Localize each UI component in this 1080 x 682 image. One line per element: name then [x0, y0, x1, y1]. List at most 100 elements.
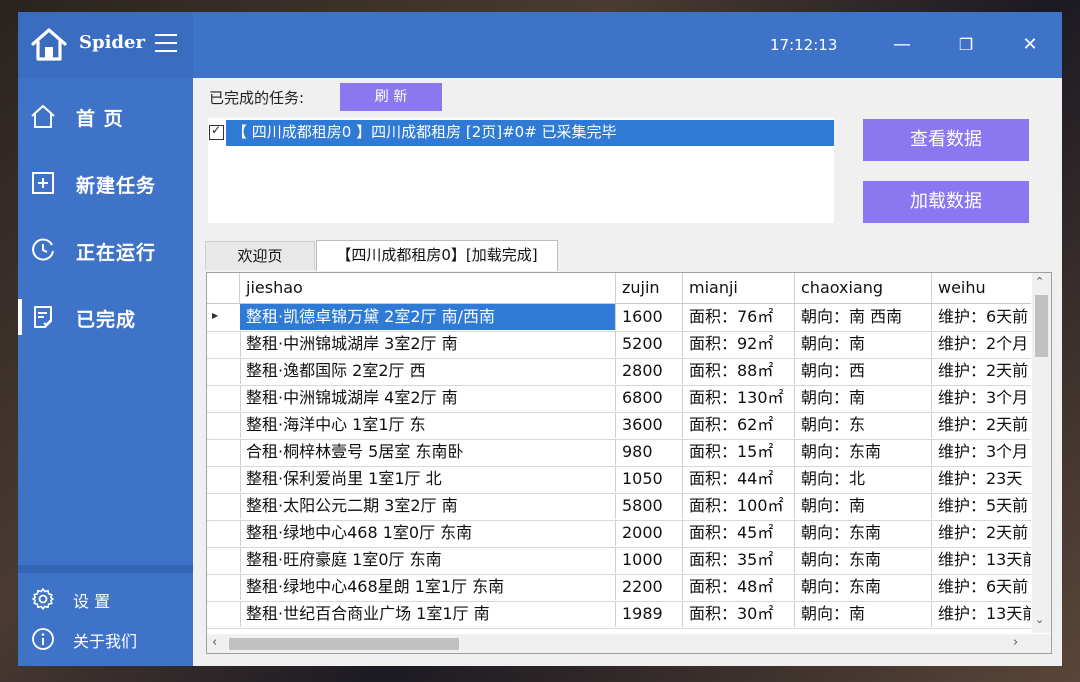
table-cell[interactable]: 5200 — [616, 331, 683, 357]
table-cell[interactable]: 朝向：南 — [795, 385, 932, 411]
table-cell[interactable]: 朝向：东南 — [795, 574, 932, 600]
view-data-button[interactable]: 查看数据 — [863, 119, 1029, 161]
row-header[interactable] — [207, 574, 241, 600]
column-header[interactable]: zujin — [616, 273, 683, 303]
table-cell[interactable]: 面积：62㎡ — [683, 412, 795, 438]
table-cell[interactable]: 整租·世纪百合商业广场 1室1厅 南 — [240, 601, 616, 627]
settings-button[interactable]: 设 置 — [18, 581, 193, 617]
table-cell[interactable]: 朝向：南 — [795, 493, 932, 519]
nav-item-new-task[interactable]: 新建任务 — [18, 153, 193, 213]
table-cell[interactable]: 整租·海洋中心 1室1厅 东 — [240, 412, 616, 438]
table-cell[interactable]: 6800 — [616, 385, 683, 411]
column-header[interactable]: weihu — [932, 273, 1031, 303]
table-cell[interactable]: 整租·保利爱尚里 1室1厅 北 — [240, 466, 616, 492]
table-row[interactable]: 整租·逸都国际 2室2厅 西 2800 面积：88㎡ 朝向：西 维护：2天前 — [207, 358, 1031, 386]
tab-welcome[interactable]: 欢迎页 — [205, 241, 315, 270]
table-cell[interactable]: 维护：23天 — [932, 466, 1031, 492]
nav-item-home[interactable]: 首 页 — [18, 86, 193, 146]
load-data-button[interactable]: 加载数据 — [863, 181, 1029, 223]
horizontal-scrollbar[interactable]: ‹ › — [207, 634, 1051, 653]
table-row[interactable]: 整租·太阳公元二期 3室2厅 南 5800 面积：100㎡ 朝向：南 维护：5天前 — [207, 493, 1031, 521]
table-cell[interactable]: 3600 — [616, 412, 683, 438]
row-header[interactable] — [207, 466, 241, 492]
table-cell[interactable]: 维护：6天前 — [932, 304, 1031, 330]
tab-dataset[interactable]: 【四川成都租房0】[加载完成] — [316, 240, 558, 271]
column-header[interactable]: chaoxiang — [795, 273, 932, 303]
table-cell[interactable]: 面积：15㎡ — [683, 439, 795, 465]
table-cell[interactable]: 整租·太阳公元二期 3室2厅 南 — [240, 493, 616, 519]
vertical-scrollbar[interactable]: ⌃ ⌄ — [1032, 273, 1051, 633]
table-cell[interactable]: 维护：13天前 — [932, 601, 1031, 627]
horizontal-scroll-thumb[interactable] — [229, 638, 459, 650]
row-header[interactable] — [207, 520, 241, 546]
table-cell[interactable]: 维护：3个月 — [932, 439, 1031, 465]
table-cell[interactable]: 面积：44㎡ — [683, 466, 795, 492]
table-cell[interactable]: 整租·逸都国际 2室2厅 西 — [240, 358, 616, 384]
table-cell[interactable]: 面积：92㎡ — [683, 331, 795, 357]
scroll-down-icon[interactable]: ⌄ — [1035, 613, 1044, 626]
table-row[interactable]: 合租·桐梓林壹号 5居室 东南卧 980 面积：15㎡ 朝向：东南 维护：3个月 — [207, 439, 1031, 467]
minimize-button[interactable]: — — [882, 26, 922, 64]
row-header[interactable] — [207, 601, 241, 627]
table-row[interactable]: 整租·保利爱尚里 1室1厅 北 1050 面积：44㎡ 朝向：北 维护：23天 — [207, 466, 1031, 494]
task-checkbox[interactable] — [209, 123, 224, 140]
table-cell[interactable]: 维护：6天前 — [932, 574, 1031, 600]
row-header[interactable] — [207, 439, 241, 465]
about-button[interactable]: 关于我们 — [18, 621, 193, 657]
table-cell[interactable]: 维护：5天前 — [932, 493, 1031, 519]
table-cell[interactable]: 朝向：南 西南 — [795, 304, 932, 330]
table-row[interactable]: ▶ 整租·凯德卓锦万黛 2室2厅 南/西南 1600 面积：76㎡ 朝向：南 西南 维护：… — [207, 304, 1031, 332]
vertical-scroll-thumb[interactable] — [1035, 295, 1048, 357]
table-cell[interactable]: 维护：2天前 — [932, 358, 1031, 384]
table-cell[interactable]: 维护：2天前 — [932, 520, 1031, 546]
column-header[interactable]: jieshao — [240, 273, 616, 303]
table-cell[interactable]: 整租·旺府豪庭 1室0厅 东南 — [240, 547, 616, 573]
table-row[interactable]: 整租·世纪百合商业广场 1室1厅 南 1989 面积：30㎡ 朝向：南 维护：13天前 — [207, 601, 1031, 629]
table-cell[interactable]: 面积：35㎡ — [683, 547, 795, 573]
menu-toggle-icon[interactable] — [155, 34, 177, 54]
row-header[interactable] — [207, 412, 241, 438]
table-cell[interactable]: 面积：30㎡ — [683, 601, 795, 627]
table-cell[interactable]: 1600 — [616, 304, 683, 330]
table-cell[interactable]: 朝向：南 — [795, 331, 932, 357]
table-cell[interactable]: 2200 — [616, 574, 683, 600]
refresh-button[interactable]: 刷 新 — [340, 83, 442, 111]
table-cell[interactable]: 1989 — [616, 601, 683, 627]
table-row[interactable]: 整租·绿地中心468 1室0厅 东南 2000 面积：45㎡ 朝向：东南 维护：2天前 — [207, 520, 1031, 548]
table-cell[interactable]: 面积：48㎡ — [683, 574, 795, 600]
table-cell[interactable]: 面积：45㎡ — [683, 520, 795, 546]
table-cell[interactable]: 1000 — [616, 547, 683, 573]
table-row[interactable]: 整租·中洲锦城湖岸 3室2厅 南 5200 面积：92㎡ 朝向：南 维护：2个月 — [207, 331, 1031, 359]
table-cell[interactable]: 朝向：南 — [795, 601, 932, 627]
table-cell[interactable]: 维护：2天前 — [932, 412, 1031, 438]
scroll-up-icon[interactable]: ⌃ — [1035, 275, 1044, 288]
table-cell[interactable]: 整租·绿地中心468星朗 1室1厅 东南 — [240, 574, 616, 600]
table-cell[interactable]: 980 — [616, 439, 683, 465]
table-row[interactable]: 整租·海洋中心 1室1厅 东 3600 面积：62㎡ 朝向：东 维护：2天前 — [207, 412, 1031, 440]
table-row[interactable]: 整租·旺府豪庭 1室0厅 东南 1000 面积：35㎡ 朝向：东南 维护：13天前 — [207, 547, 1031, 575]
table-cell[interactable]: 面积：100㎡ — [683, 493, 795, 519]
task-item[interactable]: 【 四川成都租房0 】四川成都租房 [2页]#0# 已采集完毕 — [208, 120, 834, 146]
table-cell[interactable]: 5800 — [616, 493, 683, 519]
table-cell[interactable]: 面积：88㎡ — [683, 358, 795, 384]
table-row[interactable]: 整租·中洲锦城湖岸 4室2厅 南 6800 面积：130㎡ 朝向：南 维护：3个月 — [207, 385, 1031, 413]
table-cell[interactable]: 朝向：东南 — [795, 520, 932, 546]
table-cell[interactable]: 2000 — [616, 520, 683, 546]
table-cell[interactable]: 整租·中洲锦城湖岸 4室2厅 南 — [240, 385, 616, 411]
close-button[interactable]: ✕ — [1010, 26, 1050, 64]
table-cell[interactable]: 维护：2个月 — [932, 331, 1031, 357]
row-header[interactable] — [207, 547, 241, 573]
maximize-button[interactable]: ❐ — [946, 26, 986, 64]
table-cell[interactable]: 朝向：北 — [795, 466, 932, 492]
table-cell[interactable]: 1050 — [616, 466, 683, 492]
row-header[interactable] — [207, 493, 241, 519]
row-header[interactable] — [207, 385, 241, 411]
table-cell[interactable]: 整租·绿地中心468 1室0厅 东南 — [240, 520, 616, 546]
table-cell[interactable]: 面积：76㎡ — [683, 304, 795, 330]
nav-item-running[interactable]: 正在运行 — [18, 220, 193, 280]
scroll-right-icon[interactable]: › — [1013, 635, 1018, 650]
table-cell[interactable]: 合租·桐梓林壹号 5居室 东南卧 — [240, 439, 616, 465]
table-cell[interactable]: 朝向：东南 — [795, 547, 932, 573]
table-cell[interactable]: 维护：13天前 — [932, 547, 1031, 573]
nav-item-completed[interactable]: 已完成 — [18, 287, 193, 347]
